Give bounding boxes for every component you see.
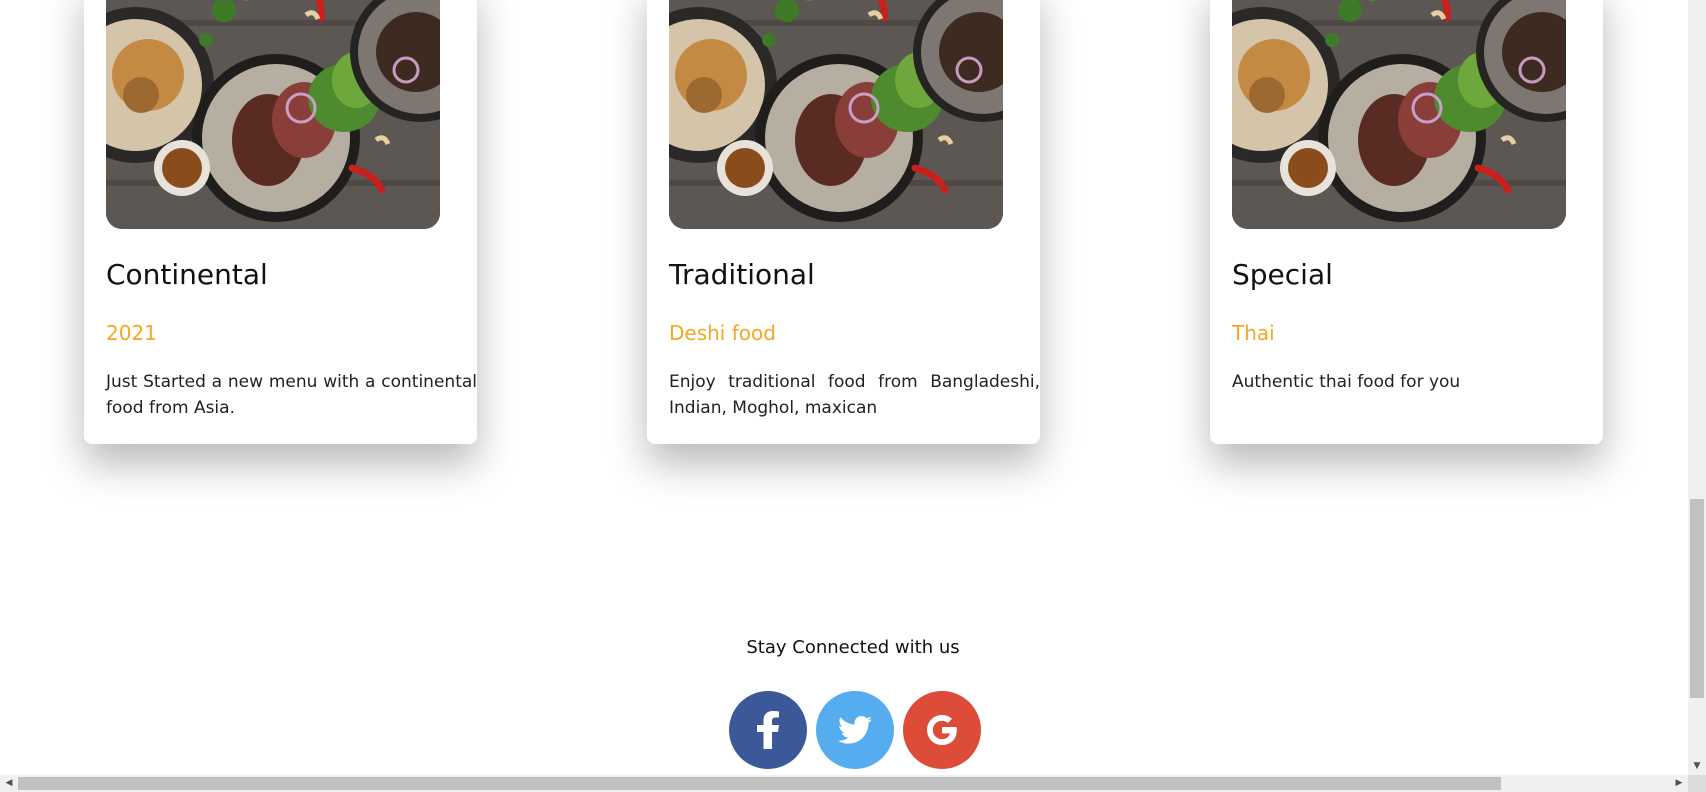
food-photo (1232, 0, 1566, 229)
food-image (669, 0, 1003, 229)
facebook-button[interactable] (729, 691, 807, 769)
horizontal-scrollbar-thumb[interactable] (18, 777, 1501, 790)
food-photo (106, 0, 440, 229)
vertical-scrollbar-thumb[interactable] (1690, 499, 1704, 698)
google-icon (927, 715, 957, 745)
card-subtitle: Deshi food (669, 321, 776, 345)
card-title: Continental (106, 258, 268, 291)
scrollbar-corner (1688, 775, 1706, 792)
scroll-right-arrow-icon[interactable]: ▶ (1670, 775, 1688, 792)
social-links (729, 691, 981, 769)
card-description: Enjoy traditional food from Bangladeshi,… (669, 372, 1040, 418)
menu-card-special: Special Thai Authentic thai food for you (1210, 0, 1603, 444)
menu-card-continental: Continental 2021 Just Started a new menu… (84, 0, 477, 444)
card-description: Authentic thai food for you (1232, 372, 1461, 392)
food-image (106, 0, 440, 229)
page: Continental 2021 Just Started a new menu… (0, 0, 1706, 792)
card-title: Traditional (669, 258, 815, 291)
facebook-icon (757, 711, 779, 749)
twitter-button[interactable] (816, 691, 894, 769)
twitter-icon (838, 716, 872, 744)
vertical-scrollbar[interactable]: ▼ (1688, 0, 1706, 775)
scroll-down-arrow-icon[interactable]: ▼ (1688, 757, 1706, 775)
scroll-left-arrow-icon[interactable]: ◀ (0, 775, 18, 792)
food-photo (669, 0, 1003, 229)
card-title: Special (1232, 258, 1333, 291)
menu-card-traditional: Traditional Deshi food Enjoy traditional… (647, 0, 1040, 444)
google-button[interactable] (903, 691, 981, 769)
card-subtitle: 2021 (106, 321, 157, 345)
social-heading: Stay Connected with us (746, 637, 960, 658)
card-description: Just Started a new menu with a continent… (106, 372, 477, 418)
card-subtitle: Thai (1232, 321, 1275, 345)
horizontal-scrollbar[interactable]: ◀ ▶ (0, 775, 1688, 792)
food-image (1232, 0, 1566, 229)
